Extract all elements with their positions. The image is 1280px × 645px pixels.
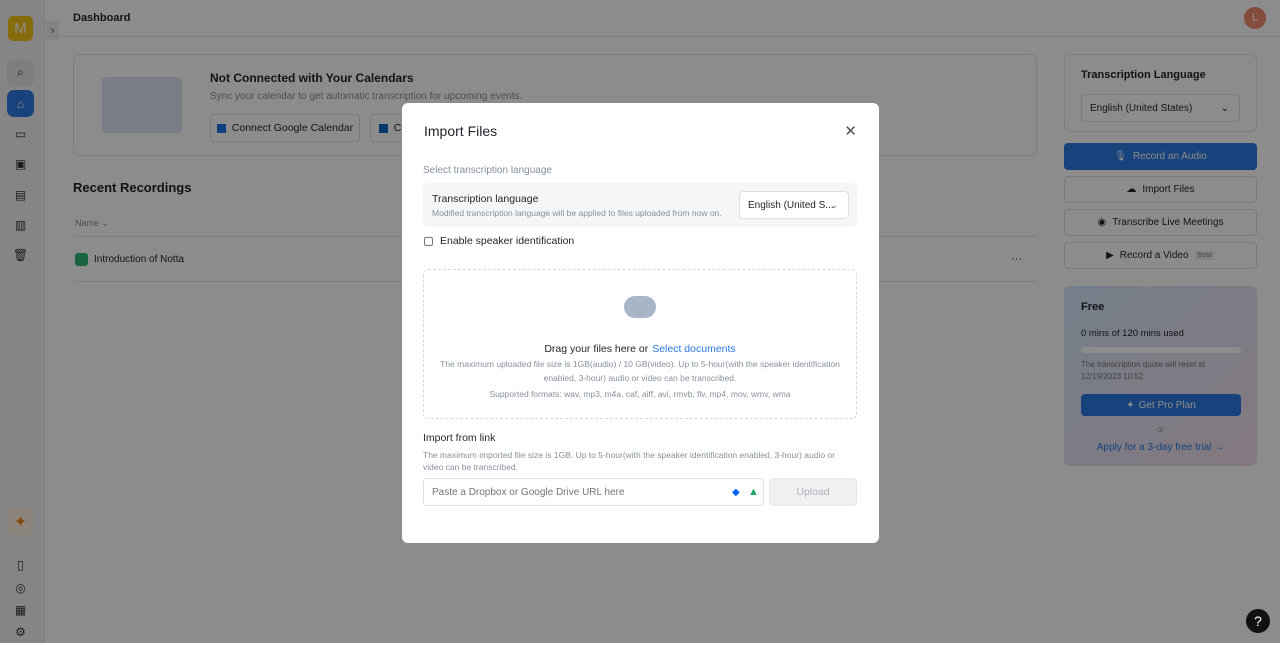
link-url-input[interactable] xyxy=(423,478,764,506)
cloud-upload-icon xyxy=(624,296,656,318)
google-drive-icon: ▲ xyxy=(748,486,759,498)
dropbox-icon: ◆ xyxy=(732,487,740,498)
select-documents-link[interactable]: Select documents xyxy=(652,343,735,355)
dialog-title: Import Files xyxy=(424,123,498,139)
chevron-down-icon: ⌄ xyxy=(830,199,838,210)
language-dropdown[interactable]: English (United S... ⌄ xyxy=(739,191,849,219)
upload-button[interactable]: Upload xyxy=(769,478,857,506)
section-label: Select transcription language xyxy=(423,165,552,176)
close-icon[interactable]: ✕ xyxy=(844,122,857,140)
help-button[interactable]: ? xyxy=(1246,609,1270,633)
import-files-dialog: Import Files ✕ Select transcription lang… xyxy=(402,103,879,543)
speaker-identification-checkbox[interactable]: Enable speaker identification xyxy=(424,235,574,247)
file-drop-zone[interactable]: Drag your files here or Select documents … xyxy=(423,269,857,419)
language-setting: Transcription language Modified transcri… xyxy=(423,183,857,227)
checkbox-icon xyxy=(424,236,433,246)
